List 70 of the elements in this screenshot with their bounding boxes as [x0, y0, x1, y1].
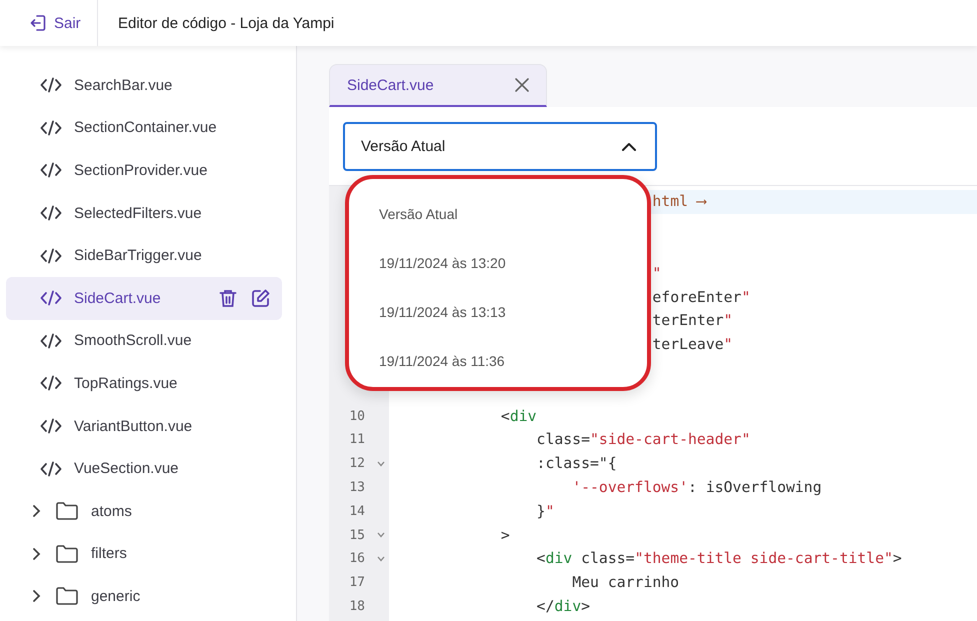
line-number: 16 [348, 551, 365, 566]
code-line: " [652, 264, 662, 282]
file-item[interactable]: SideCart.vue [6, 276, 282, 320]
file-tab[interactable]: SideCart.vue [329, 64, 547, 107]
version-option[interactable]: 19/11/2024 às 11:36 [349, 336, 647, 385]
code-line: terEnter" [652, 312, 733, 330]
file-item[interactable]: SectionContainer.vue [6, 106, 282, 150]
code-line: html ⟶ [652, 193, 706, 210]
code-line: <div [500, 408, 537, 425]
code-line: terLeave" [652, 336, 733, 354]
code-icon [40, 460, 62, 477]
code-icon [40, 418, 62, 434]
folder-icon [55, 501, 79, 522]
folder-icon [55, 586, 79, 606]
code-icon [40, 120, 62, 136]
exit-button[interactable]: Sair [0, 0, 98, 46]
code-line: eforeEnter" [652, 288, 750, 306]
line-number: 15 [348, 528, 365, 543]
file-item[interactable]: TopRatings.vue [6, 362, 282, 405]
version-option[interactable]: 19/11/2024 às 13:20 [349, 238, 647, 287]
file-item[interactable]: VariantButton.vue [6, 404, 282, 448]
code-line: }" [536, 502, 554, 520]
line-number: 17 [348, 575, 365, 590]
file-item[interactable]: VueSection.vue [6, 447, 282, 490]
folder-item[interactable]: filters [6, 532, 282, 576]
folder-icon [55, 544, 79, 564]
file-item[interactable]: SmoothScroll.vue [6, 320, 282, 362]
edit-button[interactable] [251, 288, 270, 308]
version-option[interactable]: 19/11/2024 às 13:13 [349, 287, 647, 336]
code-icon [40, 290, 62, 306]
chevron-icon[interactable] [32, 504, 41, 518]
file-item[interactable]: SectionProvider.vue [6, 149, 282, 192]
line-number: 13 [348, 480, 365, 495]
line-number: 12 [348, 456, 365, 472]
line-number: 11 [348, 432, 365, 448]
fold-icon[interactable] [377, 460, 385, 467]
chevron-icon[interactable] [32, 546, 41, 561]
chevron-icon[interactable] [32, 589, 41, 604]
code-line: <div class="theme-title side-cart-title"> [536, 550, 902, 568]
line-number: 10 [348, 408, 365, 424]
fold-icon[interactable] [377, 556, 385, 562]
file-item[interactable]: SelectedFilters.vue [6, 192, 282, 234]
edit-icon [251, 288, 270, 308]
code-icon [40, 375, 62, 392]
code-icon [40, 332, 62, 349]
code-line: </div> [536, 598, 590, 615]
fold-icon[interactable] [377, 532, 385, 538]
line-number: 18 [348, 598, 365, 614]
code-icon [40, 205, 62, 222]
close-icon[interactable] [514, 77, 530, 93]
code-line: Meu carrinho [572, 574, 680, 592]
version-option[interactable]: Versão Atual [349, 189, 647, 238]
file-item[interactable]: SearchBar.vue [6, 64, 282, 107]
code-line: class="side-cart-header" [536, 431, 750, 448]
exit-icon [30, 14, 46, 32]
code-icon [40, 248, 62, 264]
file-item[interactable]: SideBarTrigger.vue [6, 234, 282, 277]
code-line: :class="{ [536, 455, 617, 472]
folder-item[interactable]: atoms [6, 490, 282, 533]
trash-icon [219, 288, 237, 308]
code-icon [40, 162, 62, 178]
page-title: Editor de código - Loja da Yampi [118, 14, 334, 32]
delete-button[interactable] [219, 288, 237, 308]
code-line: '--overflows': isOverflowing [572, 478, 822, 496]
code-line: > [500, 526, 510, 544]
code-icon [40, 77, 62, 94]
chevron-icon [621, 142, 637, 152]
line-number: 14 [348, 504, 365, 519]
folder-item[interactable]: generic [6, 575, 282, 618]
version-select[interactable]: Versão Atual [343, 122, 657, 171]
